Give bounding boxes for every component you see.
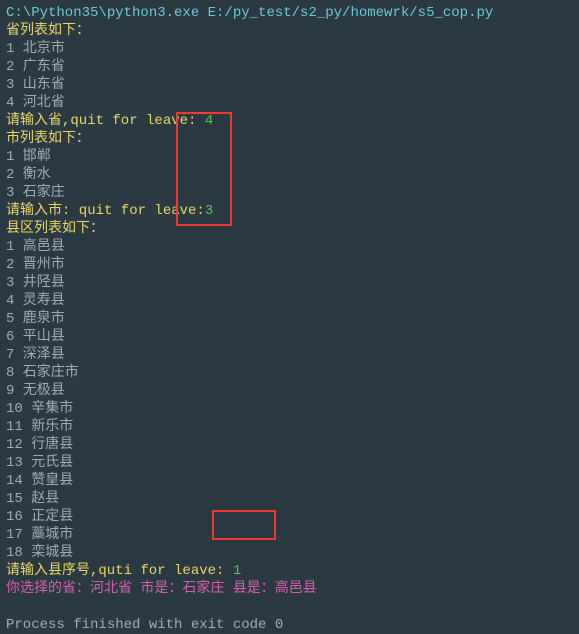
selection-result: 你选择的省：河北省 市是：石家庄 县是：高邑县 xyxy=(6,580,573,598)
county-item: 13 元氏县 xyxy=(6,454,573,472)
exec-path: C:\Python35\python3.exe E:/py_test/s2_py… xyxy=(6,4,573,22)
province-prompt-line: 请输入省,quit for leave: 4 xyxy=(6,112,573,130)
county-prompt-line: 请输入县序号,quti for leave: 1 xyxy=(6,562,573,580)
province-item: 2 广东省 xyxy=(6,58,573,76)
terminal-output: C:\Python35\python3.exe E:/py_test/s2_py… xyxy=(6,4,573,634)
city-item: 3 石家庄 xyxy=(6,184,573,202)
county-item: 12 行唐县 xyxy=(6,436,573,454)
county-item: 17 藁城市 xyxy=(6,526,573,544)
county-item: 16 正定县 xyxy=(6,508,573,526)
city-item: 2 衡水 xyxy=(6,166,573,184)
county-item: 2 晋州市 xyxy=(6,256,573,274)
city-input[interactable]: 3 xyxy=(205,203,213,219)
county-item: 6 平山县 xyxy=(6,328,573,346)
province-input[interactable]: 4 xyxy=(205,113,213,129)
county-item: 4 灵寿县 xyxy=(6,292,573,310)
province-item: 4 河北省 xyxy=(6,94,573,112)
city-prompt: 请输入市: quit for leave: xyxy=(6,203,205,219)
county-item: 5 鹿泉市 xyxy=(6,310,573,328)
blank-line xyxy=(6,598,573,616)
city-item: 1 邯郸 xyxy=(6,148,573,166)
county-item: 1 高邑县 xyxy=(6,238,573,256)
county-item: 10 辛集市 xyxy=(6,400,573,418)
county-item: 9 无极县 xyxy=(6,382,573,400)
county-item: 14 赞皇县 xyxy=(6,472,573,490)
county-item: 18 栾城县 xyxy=(6,544,573,562)
county-item: 3 井陉县 xyxy=(6,274,573,292)
city-prompt-line: 请输入市: quit for leave:3 xyxy=(6,202,573,220)
province-list-header: 省列表如下： xyxy=(6,22,573,40)
city-list-header: 市列表如下： xyxy=(6,130,573,148)
county-item: 7 深泽县 xyxy=(6,346,573,364)
county-item: 8 石家庄市 xyxy=(6,364,573,382)
county-list-header: 县区列表如下： xyxy=(6,220,573,238)
province-item: 1 北京市 xyxy=(6,40,573,58)
county-prompt: 请输入县序号,quti for leave: xyxy=(6,563,233,579)
county-item: 15 赵县 xyxy=(6,490,573,508)
exit-message: Process finished with exit code 0 xyxy=(6,616,573,634)
province-prompt: 请输入省,quit for leave: xyxy=(6,113,205,129)
province-item: 3 山东省 xyxy=(6,76,573,94)
county-input[interactable]: 1 xyxy=(233,563,241,579)
county-item: 11 新乐市 xyxy=(6,418,573,436)
